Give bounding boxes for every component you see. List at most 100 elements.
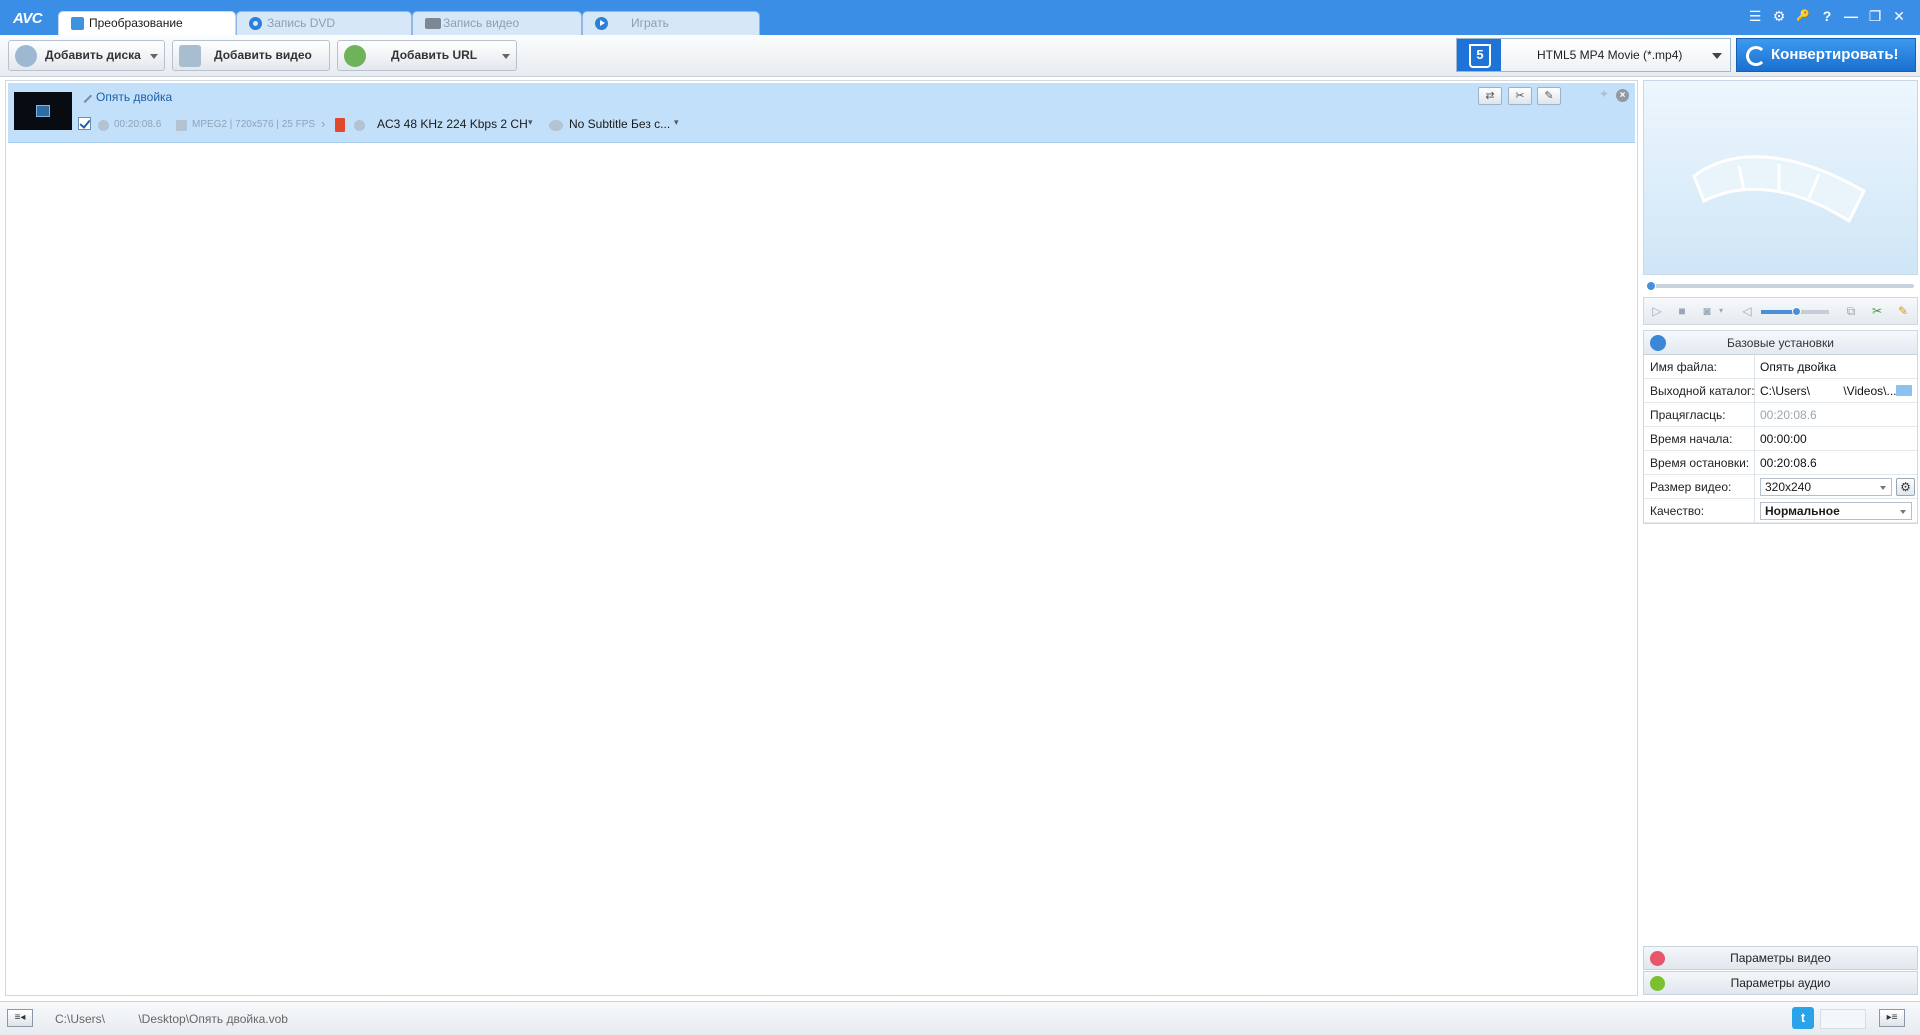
title-bar: AVC Преобразование Запись DVD Запись вид… xyxy=(0,0,1920,36)
divider xyxy=(1754,379,1755,403)
quality-select[interactable]: Нормальное xyxy=(1760,502,1912,520)
audio-track-select[interactable]: AC3 48 KHz 224 Kbps 2 CH xyxy=(377,117,528,131)
settings-row-quality: Качество: Нормальное xyxy=(1644,499,1917,523)
add-disc-button[interactable]: Добавить диска xyxy=(8,40,165,71)
chevron-down-icon[interactable]: ▾ xyxy=(674,117,679,128)
edit-name-icon[interactable] xyxy=(77,88,93,104)
file-checkbox[interactable] xyxy=(78,117,91,130)
start-time-field[interactable]: 00:00:00 xyxy=(1760,432,1807,446)
key-icon[interactable]: 🔑 xyxy=(1796,8,1810,24)
duration-value: 00:20:08.6 xyxy=(1760,408,1817,422)
html5-icon xyxy=(1457,39,1501,71)
disc-add-icon xyxy=(15,45,37,67)
video-record-icon xyxy=(425,18,441,29)
volume-icon[interactable]: ◁ xyxy=(1740,304,1754,318)
settings-row-start-time: Время начала: 00:00:00 xyxy=(1644,427,1917,451)
output-dir-field[interactable]: C:\Users\ \Videos\... xyxy=(1760,384,1897,398)
output-format-select[interactable]: HTML5 MP4 Movie (*.mp4) xyxy=(1456,38,1731,72)
gear-icon[interactable]: ⚙ xyxy=(1772,8,1786,24)
volume-fill xyxy=(1761,310,1796,314)
cut-icon[interactable]: ✂ xyxy=(1870,304,1884,318)
audio-params-section[interactable]: Параметры аудио xyxy=(1643,971,1918,995)
file-title[interactable]: Опять двойка xyxy=(96,90,172,104)
toggle-list-icon[interactable]: ≡◂ xyxy=(7,1009,33,1027)
effects-button[interactable]: ✎ xyxy=(1537,87,1561,105)
settings-header-label: Базовые установки xyxy=(1727,336,1834,350)
start-time-label: Время начала: xyxy=(1650,432,1733,446)
player-controls: ▷ ■ ◙ ▾ ◁ ⧉ ✂ ✎ xyxy=(1643,297,1918,325)
duration-label: Працягласць: xyxy=(1650,408,1726,422)
chevron-right-icon: › xyxy=(321,116,326,131)
folder-icon[interactable] xyxy=(1896,385,1912,396)
status-box xyxy=(1820,1009,1866,1029)
video-params-label: Параметры видео xyxy=(1730,951,1831,965)
minimize-icon[interactable]: — xyxy=(1844,8,1858,24)
add-video-button[interactable]: Добавить видео xyxy=(172,40,330,71)
play-icon[interactable]: ▷ xyxy=(1650,304,1664,318)
video-thumbnail[interactable] xyxy=(14,92,72,130)
wrench-icon xyxy=(1650,335,1666,351)
tab-video-record[interactable]: Запись видео xyxy=(412,11,582,35)
tab-label: Запись видео xyxy=(443,16,520,30)
add-url-label: Добавить URL xyxy=(391,48,478,62)
help-icon[interactable]: ? xyxy=(1820,8,1834,24)
tab-label: Играть xyxy=(631,16,669,30)
close-icon[interactable]: ✕ xyxy=(1892,8,1906,24)
audio-params-icon xyxy=(1650,976,1665,991)
volume-handle[interactable] xyxy=(1792,307,1801,316)
chevron-down-icon[interactable]: ▾ xyxy=(528,117,533,128)
chevron-down-icon[interactable] xyxy=(502,54,510,59)
settings-row-duration: Працягласць: 00:20:08.6 xyxy=(1644,403,1917,427)
output-dir-label: Выходной каталог: xyxy=(1650,384,1755,398)
seek-handle[interactable] xyxy=(1646,281,1656,291)
chevron-down-icon[interactable]: ▾ xyxy=(1714,304,1728,318)
disc-icon xyxy=(249,17,262,30)
remove-item-icon[interactable]: × xyxy=(1616,89,1629,102)
video-params-section[interactable]: Параметры видео xyxy=(1643,946,1918,970)
globe-add-icon xyxy=(344,45,366,67)
speaker-icon xyxy=(354,120,365,131)
gear-icon[interactable]: ⚙ xyxy=(1896,478,1915,496)
subtitle-select[interactable]: No Subtitle Без с... xyxy=(569,117,670,131)
stop-icon[interactable]: ■ xyxy=(1675,304,1689,318)
basic-settings-panel: Базовые установки Имя файла: Опять двойк… xyxy=(1643,330,1918,524)
video-info: MPEG2 | 720x576 | 25 FPS xyxy=(192,119,316,130)
twitter-icon[interactable]: t xyxy=(1792,1007,1814,1029)
convert-tab-icon xyxy=(71,17,84,30)
seek-bar[interactable] xyxy=(1643,280,1918,292)
stop-time-field[interactable]: 00:20:08.6 xyxy=(1760,456,1817,470)
camera-icon[interactable]: ◙ xyxy=(1700,304,1714,318)
move-icon[interactable]: ✦ xyxy=(1599,87,1609,101)
settings-row-stop-time: Время остановки: 00:20:08.6 xyxy=(1644,451,1917,475)
convert-button[interactable]: Конвертировать! xyxy=(1736,38,1916,72)
divider xyxy=(1754,427,1755,451)
status-file-path: C:\Users\ \Desktop\Опять двойка.vob xyxy=(55,1012,288,1026)
tab-play[interactable]: Играть xyxy=(582,11,760,35)
list-item[interactable]: Опять двойка 00:20:08.6 MPEG2 | 720x576 … xyxy=(8,83,1635,143)
filename-field[interactable]: Опять двойка xyxy=(1760,360,1836,374)
divider xyxy=(1754,451,1755,475)
menu-icon[interactable]: ☰ xyxy=(1748,8,1762,24)
format-label: HTML5 MP4 Movie (*.mp4) xyxy=(1537,48,1683,62)
chevron-down-icon xyxy=(1712,53,1722,59)
settings-header[interactable]: Базовые установки xyxy=(1644,331,1917,355)
stop-time-label: Время остановки: xyxy=(1650,456,1750,470)
add-url-button[interactable]: Добавить URL xyxy=(337,40,517,71)
settings-row-filename: Имя файла: Опять двойка xyxy=(1644,355,1917,379)
convert-item-button[interactable]: ⇄ xyxy=(1478,87,1502,105)
file-duration: 00:20:08.6 xyxy=(114,119,162,130)
wand-icon[interactable]: ✎ xyxy=(1896,304,1910,318)
cut-button[interactable]: ✂ xyxy=(1508,87,1532,105)
chevron-down-icon[interactable] xyxy=(150,54,158,59)
seek-track[interactable] xyxy=(1649,284,1914,288)
copy-icon[interactable]: ⧉ xyxy=(1844,304,1858,318)
tab-dvd-burn[interactable]: Запись DVD xyxy=(236,11,412,35)
clock-icon xyxy=(98,120,109,131)
tab-label: Преобразование xyxy=(89,16,183,30)
divider xyxy=(1754,499,1755,523)
tab-convert[interactable]: Преобразование xyxy=(58,11,236,36)
toggle-panel-icon[interactable]: ▸≡ xyxy=(1879,1009,1905,1027)
restore-icon[interactable]: ❐ xyxy=(1868,8,1882,24)
video-size-select[interactable]: 320x240 xyxy=(1760,478,1892,496)
settings-row-output-dir: Выходной каталог: C:\Users\ \Videos\... xyxy=(1644,379,1917,403)
